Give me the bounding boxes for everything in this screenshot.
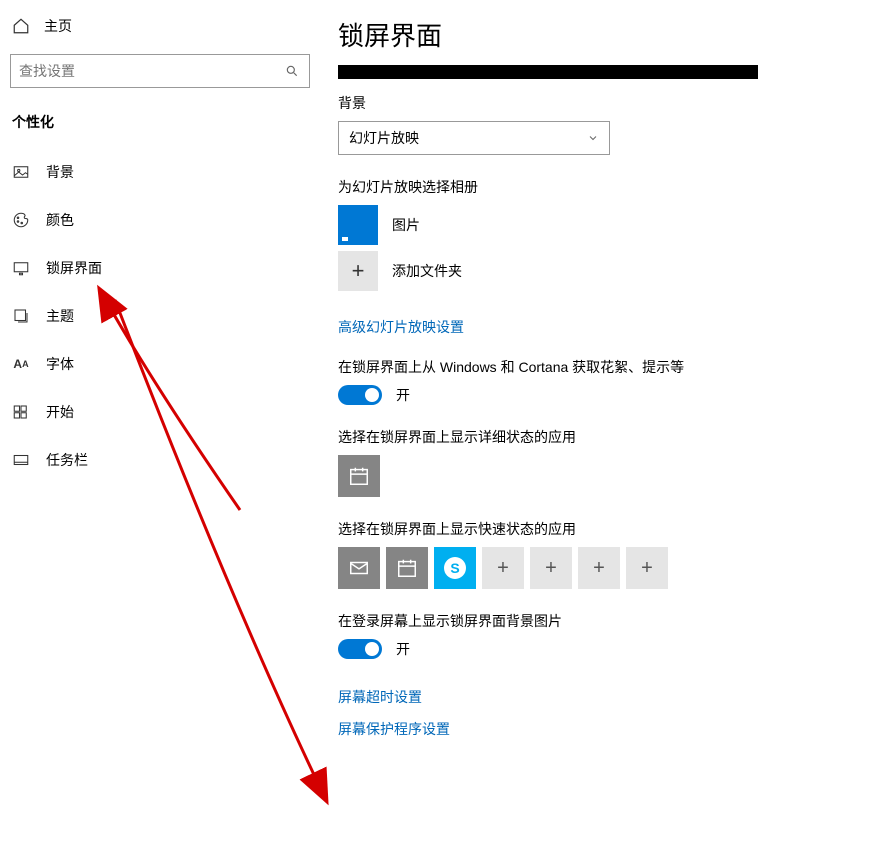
page-title: 锁屏界面 bbox=[338, 16, 880, 53]
chevron-down-icon bbox=[587, 132, 599, 144]
quick-app-add-4[interactable]: + bbox=[626, 547, 668, 589]
quick-app-add-1[interactable]: + bbox=[482, 547, 524, 589]
lockscreen-icon bbox=[12, 259, 30, 277]
home-icon bbox=[12, 17, 30, 35]
themes-icon bbox=[12, 307, 30, 325]
quick-status-label: 选择在锁屏界面上显示快速状态的应用 bbox=[338, 519, 880, 539]
tidbits-toggle[interactable] bbox=[338, 385, 382, 405]
detailed-app-calendar[interactable] bbox=[338, 455, 380, 497]
nav-label: 主题 bbox=[46, 306, 74, 326]
nav-label: 任务栏 bbox=[46, 450, 88, 470]
album-pictures-label: 图片 bbox=[392, 215, 420, 235]
lockscreen-preview bbox=[338, 65, 758, 79]
search-input[interactable] bbox=[19, 63, 283, 79]
signin-bg-label: 在登录屏幕上显示锁屏界面背景图片 bbox=[338, 611, 880, 631]
advanced-slideshow-link[interactable]: 高级幻灯片放映设置 bbox=[338, 317, 464, 337]
detailed-status-label: 选择在锁屏界面上显示详细状态的应用 bbox=[338, 427, 880, 447]
nav-item-fonts[interactable]: AA 字体 bbox=[0, 340, 320, 388]
signin-bg-toggle[interactable] bbox=[338, 639, 382, 659]
nav-item-background[interactable]: 背景 bbox=[0, 148, 320, 196]
fonts-icon: AA bbox=[12, 355, 30, 373]
home-button[interactable]: 主页 bbox=[0, 8, 320, 44]
nav-item-colors[interactable]: 颜色 bbox=[0, 196, 320, 244]
nav-label: 背景 bbox=[46, 162, 74, 182]
nav-item-taskbar[interactable]: 任务栏 bbox=[0, 436, 320, 484]
taskbar-icon bbox=[12, 451, 30, 469]
nav-label: 颜色 bbox=[46, 210, 74, 230]
content-panel: 锁屏界面 背景 幻灯片放映 为幻灯片放映选择相册 图片 + 添加文件夹 高级幻灯… bbox=[320, 0, 880, 849]
signin-bg-toggle-label: 开 bbox=[396, 639, 410, 659]
home-label: 主页 bbox=[44, 16, 72, 36]
screensaver-settings-link[interactable]: 屏幕保护程序设置 bbox=[338, 719, 450, 739]
palette-icon bbox=[12, 211, 30, 229]
start-icon bbox=[12, 403, 30, 421]
left-nav-panel: 主页 个性化 背景 颜色 锁屏界面 主题 AA 字体 bbox=[0, 0, 320, 849]
search-input-container[interactable] bbox=[10, 54, 310, 88]
quick-app-add-3[interactable]: + bbox=[578, 547, 620, 589]
tidbits-label: 在锁屏界面上从 Windows 和 Cortana 获取花絮、提示等 bbox=[338, 357, 880, 377]
add-folder-icon: + bbox=[338, 251, 378, 291]
nav-label: 开始 bbox=[46, 402, 74, 422]
album-add-row[interactable]: + 添加文件夹 bbox=[338, 251, 880, 291]
album-add-label: 添加文件夹 bbox=[392, 261, 462, 281]
nav-label: 字体 bbox=[46, 354, 74, 374]
tidbits-toggle-label: 开 bbox=[396, 385, 410, 405]
picture-icon bbox=[12, 163, 30, 181]
nav-item-themes[interactable]: 主题 bbox=[0, 292, 320, 340]
album-pictures-row[interactable]: 图片 bbox=[338, 205, 880, 245]
quick-app-add-2[interactable]: + bbox=[530, 547, 572, 589]
album-section-label: 为幻灯片放映选择相册 bbox=[338, 177, 880, 197]
nav-label: 锁屏界面 bbox=[46, 258, 102, 278]
search-icon bbox=[283, 62, 301, 80]
quick-app-calendar[interactable] bbox=[386, 547, 428, 589]
background-select[interactable]: 幻灯片放映 bbox=[338, 121, 610, 155]
quick-app-mail[interactable] bbox=[338, 547, 380, 589]
background-label: 背景 bbox=[338, 93, 880, 113]
timeout-settings-link[interactable]: 屏幕超时设置 bbox=[338, 687, 422, 707]
pictures-folder-icon bbox=[338, 205, 378, 245]
quick-app-skype[interactable]: S bbox=[434, 547, 476, 589]
category-title: 个性化 bbox=[0, 88, 320, 148]
nav-item-start[interactable]: 开始 bbox=[0, 388, 320, 436]
nav-item-lockscreen[interactable]: 锁屏界面 bbox=[0, 244, 320, 292]
select-value: 幻灯片放映 bbox=[349, 128, 419, 148]
